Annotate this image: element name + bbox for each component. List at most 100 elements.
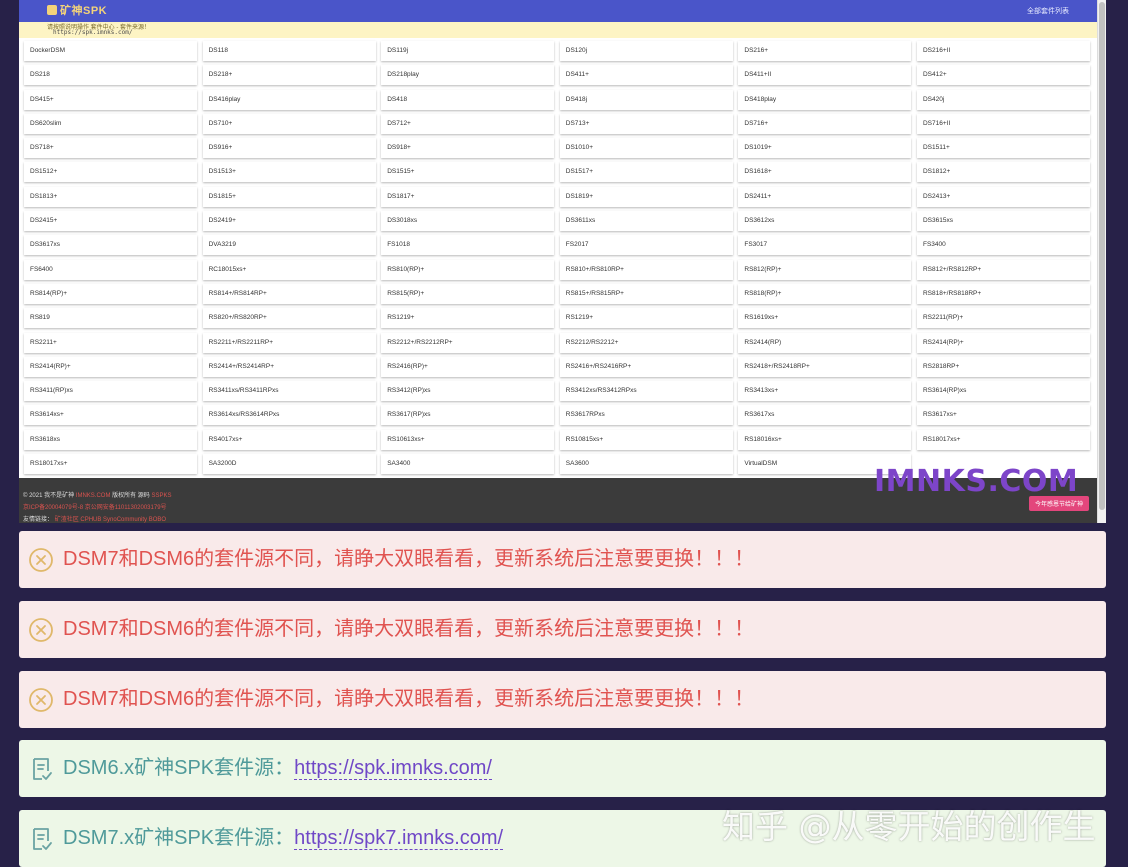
model-button[interactable]: DS1512+ [24,162,197,183]
model-button[interactable]: DS712+ [381,113,555,134]
model-button[interactable]: RS10815xs+ [559,429,733,450]
model-button[interactable]: RS3618xs [24,429,197,450]
model-button[interactable]: DS120j [559,41,733,61]
model-button[interactable]: DS416play [202,89,376,110]
model-button[interactable]: SA3600 [559,454,733,475]
site-logo[interactable]: 矿神SPK [47,2,107,18]
model-button[interactable]: RS3614(RP)xs [916,381,1090,402]
model-button[interactable]: DS1513+ [202,162,376,183]
model-button[interactable]: DS1019+ [738,138,912,159]
model-button[interactable]: DS1812+ [916,162,1090,183]
model-button[interactable]: DS216+II [916,41,1090,61]
icp-link[interactable]: 京ICP备20004079号-8 京公网安备11011302003179号 [23,505,167,511]
model-button[interactable]: DS3018xs [381,211,555,232]
model-button[interactable]: RS818+/RS818RP+ [916,283,1090,304]
model-button[interactable]: DS918+ [381,138,555,159]
model-button[interactable]: RS2414(RP)+ [24,356,197,377]
model-button[interactable]: RS2414(RP)+ [916,332,1090,353]
model-button[interactable]: RS2211+/RS2211RP+ [202,332,376,353]
model-button[interactable]: DS1815+ [202,186,376,207]
model-button[interactable]: DS716+ [738,113,912,134]
model-button[interactable]: DS713+ [559,113,733,134]
model-button[interactable]: DS916+ [202,138,376,159]
model-button[interactable]: RS2212/RS2212+ [559,332,733,353]
model-button[interactable]: RS18017xs+ [24,454,197,475]
model-button[interactable]: RS812+/RS812RP+ [916,259,1090,280]
model-button[interactable]: DockerDSM [24,41,197,61]
model-button[interactable]: DS218 [24,65,197,86]
model-button[interactable]: RS3412(RP)xs [381,381,555,402]
model-button[interactable]: RS3614xs+ [24,405,197,426]
model-button[interactable]: DS1517+ [559,162,733,183]
model-button[interactable]: SA3200D [202,454,376,475]
model-button[interactable]: RS815(RP)+ [381,283,555,304]
model-button[interactable]: RS820+/RS820RP+ [202,308,376,329]
model-button[interactable]: RS4017xs+ [202,429,376,450]
model-button[interactable]: RS3617xs [738,405,912,426]
model-button[interactable]: DS2415+ [24,211,197,232]
model-button[interactable]: DS411+ [559,65,733,86]
scrollbar-thumb[interactable] [1099,2,1105,510]
model-button[interactable]: RS815+/RS815RP+ [559,283,733,304]
model-button[interactable]: DS415+ [24,89,197,110]
model-button[interactable]: RS1619xs+ [738,308,912,329]
model-button[interactable]: DS418play [738,89,912,110]
model-button[interactable]: DS418 [381,89,555,110]
source-link[interactable]: SSPKS [151,493,171,499]
model-button[interactable]: RS3617xs+ [916,405,1090,426]
model-button[interactable]: RS814(RP)+ [24,283,197,304]
model-button[interactable]: RS18016xs+ [738,429,912,450]
model-button[interactable]: FS2017 [559,235,733,256]
model-button[interactable]: RS818(RP)+ [738,283,912,304]
copyright-link[interactable]: IMNKS.COM [76,493,111,499]
model-button[interactable]: RS2414+/RS2414RP+ [202,356,376,377]
model-button[interactable]: FS3017 [738,235,912,256]
model-button[interactable]: DS2413+ [916,186,1090,207]
model-button[interactable]: DS710+ [202,113,376,134]
model-button[interactable]: RS3413xs+ [738,381,912,402]
model-button[interactable]: RS3412xs/RS3412RPxs [559,381,733,402]
model-button[interactable]: RS2212+/RS2212RP+ [381,332,555,353]
model-button[interactable]: DS2419+ [202,211,376,232]
all-packages-link[interactable]: 全部套件列表 [1027,6,1069,16]
cta-button[interactable]: 今年感恩节给矿神 [1028,496,1089,511]
model-button[interactable]: DS1813+ [24,186,197,207]
scrollbar[interactable] [1097,0,1106,523]
model-button[interactable]: DS411+II [738,65,912,86]
model-button[interactable]: DS418j [559,89,733,110]
model-button[interactable]: DS718+ [24,138,197,159]
model-button[interactable]: DS1511+ [916,138,1090,159]
model-button[interactable]: DS1819+ [559,186,733,207]
model-button[interactable]: RS810+/RS810RP+ [559,259,733,280]
model-button[interactable]: RS3617RPxs [559,405,733,426]
model-button[interactable]: RS3617(RP)xs [381,405,555,426]
model-button[interactable]: RS3614xs/RS3614RPxs [202,405,376,426]
model-button[interactable]: DS3612xs [738,211,912,232]
model-button[interactable]: DS216+ [738,41,912,61]
model-button[interactable]: DS1618+ [738,162,912,183]
model-button[interactable]: RS814+/RS814RP+ [202,283,376,304]
model-button[interactable]: RS2818RP+ [916,356,1090,377]
model-button[interactable]: RS2414(RP) [738,332,912,353]
dsm6-url-link[interactable]: https://spk.imnks.com/ [294,757,492,780]
model-button[interactable]: FS6400 [24,259,197,280]
model-button[interactable]: DS118 [202,41,376,61]
model-button[interactable]: SA3400 [381,454,555,475]
model-button[interactable]: DS3615xs [916,211,1090,232]
model-button[interactable]: FS3400 [916,235,1090,256]
model-button[interactable]: FS1018 [381,235,555,256]
model-button[interactable]: DS716+II [916,113,1090,134]
model-button[interactable]: RS819 [24,308,197,329]
model-button[interactable]: DS620slim [24,113,197,134]
model-button[interactable]: RS2211(RP)+ [916,308,1090,329]
model-button[interactable]: RS2416(RP)+ [381,356,555,377]
model-button[interactable]: DS412+ [916,65,1090,86]
model-button[interactable]: DS1817+ [381,186,555,207]
model-button[interactable]: DS2411+ [738,186,912,207]
model-button[interactable]: DS1010+ [559,138,733,159]
model-button[interactable]: RS3411xs/RS3411RPxs [202,381,376,402]
model-button[interactable]: RS3411(RP)xs [24,381,197,402]
model-button[interactable]: RS2416+/RS2416RP+ [559,356,733,377]
model-button[interactable]: DS1515+ [381,162,555,183]
model-button[interactable]: DVA3219 [202,235,376,256]
